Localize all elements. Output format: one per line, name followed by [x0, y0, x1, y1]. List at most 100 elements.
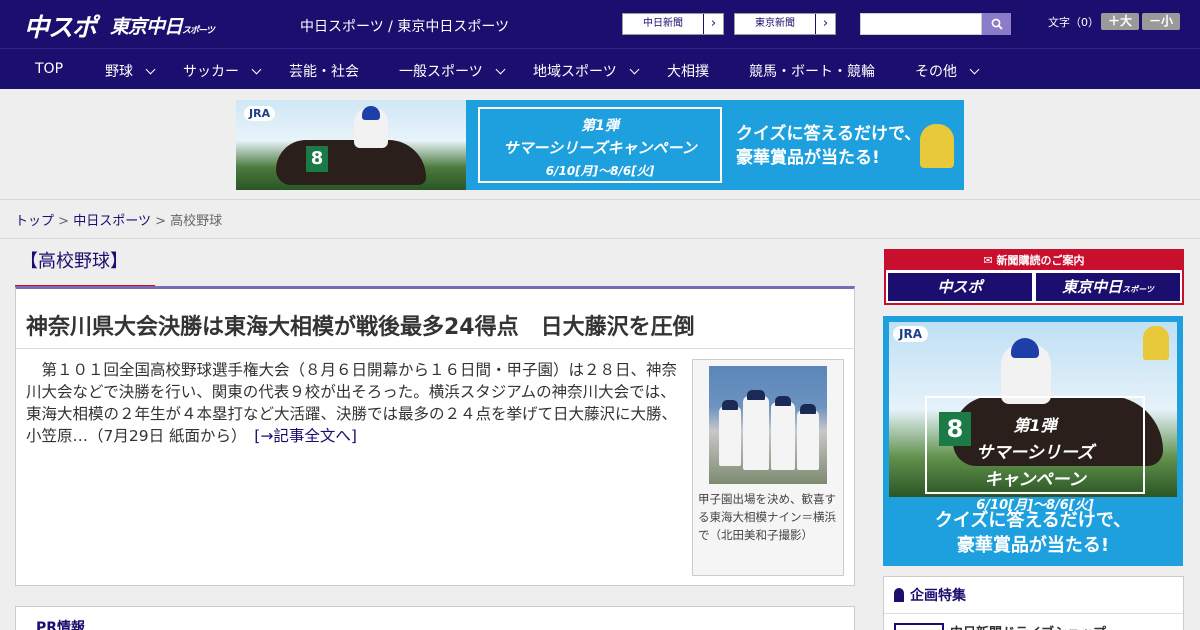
- nav-item-soccer[interactable]: サッカー: [183, 61, 262, 81]
- font-size-label: 文字（0）: [1048, 16, 1099, 29]
- nav-item-general-sports[interactable]: 一般スポーツ: [399, 61, 506, 81]
- subscription-box: ✉ 新聞購読のご案内 中スポ 東京中日スポーツ: [884, 249, 1184, 305]
- nav-label: 野球: [105, 64, 133, 80]
- jra-banner-ad[interactable]: 8 JRA 第1弾 サマーシリーズキャンペーン 6/10[月]～8/6[火] ク…: [236, 100, 964, 190]
- category-title: 【高校野球】: [15, 248, 155, 288]
- font-larger-button[interactable]: ＋大: [1101, 13, 1139, 30]
- player-shape: [797, 410, 819, 470]
- tokyo-chunichi-logo-text: 東京中日: [110, 16, 183, 38]
- chevron-right-icon: ›: [815, 14, 835, 34]
- chunichi-sports-logo[interactable]: 中スポ: [24, 8, 97, 44]
- player-shape: [771, 402, 795, 470]
- breadcrumb-separator: >: [155, 214, 166, 229]
- subscribe-logo-suffix: スポーツ: [1122, 285, 1154, 294]
- feature-title-text: 企画特集: [910, 588, 966, 604]
- paper-link-label: 中日新聞: [643, 18, 683, 29]
- header-bar: 中スポ 東京中日スポーツ 中日スポーツ / 東京中日スポーツ 中日新聞 › 東京…: [0, 0, 1200, 48]
- feature-item-link[interactable]: 中日新聞ドライブショップ: [950, 622, 1106, 630]
- article-headline: 神奈川県大会決勝は東海大相模が戦後最多24得点 日大藤沢を圧倒: [26, 315, 695, 340]
- tokyo-shimbun-link[interactable]: 東京新聞 ›: [734, 13, 836, 35]
- nav-item-top[interactable]: TOP: [35, 61, 63, 77]
- paper-link-label: 東京新聞: [755, 18, 795, 29]
- nav-item-baseball[interactable]: 野球: [105, 61, 156, 81]
- player-cap: [722, 400, 738, 410]
- nav-label: 大相撲: [667, 64, 709, 80]
- quiz-text: クイズに答えるだけで、 豪華賞品が当たる!: [883, 508, 1183, 558]
- jra-logo: JRA: [244, 106, 276, 121]
- nav-item-racing[interactable]: 競馬・ボート・競輪: [749, 61, 875, 81]
- breadcrumb-current: 高校野球: [170, 214, 223, 229]
- chevron-down-icon: [145, 64, 156, 75]
- divider: [0, 238, 1200, 239]
- chevron-down-icon: [969, 64, 980, 75]
- quiz-line1: クイズに答えるだけで、: [934, 510, 1132, 531]
- player-shape: [743, 396, 769, 470]
- quiz-text: クイズに答えるだけで、 豪華賞品が当たる!: [736, 122, 921, 170]
- nav-item-entertainment[interactable]: 芸能・社会: [289, 61, 359, 81]
- subscription-logos: 中スポ 東京中日スポーツ: [888, 273, 1180, 301]
- site-names: 中日スポーツ / 東京中日スポーツ: [300, 19, 510, 35]
- article-summary: 第１０１回全国高校野球選手権大会（８月６日開幕から１６日間・甲子園）は２８日、神…: [26, 359, 686, 447]
- subscribe-tokyo-chunichi-sports[interactable]: 東京中日スポーツ: [1036, 273, 1180, 301]
- quiz-line1: クイズに答えるだけで、: [736, 124, 922, 144]
- chevron-right-icon: ›: [703, 14, 723, 34]
- campaign-box: 第1弾 サマーシリーズキャンペーン 6/10[月]～8/6[火]: [478, 107, 722, 183]
- pr-section: PR情報: [15, 606, 855, 630]
- main-nav: TOP 野球 サッカー 芸能・社会 一般スポーツ 地域スポーツ 大相撲 競馬・ボ…: [0, 48, 1200, 89]
- photo-caption: 甲子園出場を決め、歓喜する東海大相模ナイン＝横浜で（北田美和子撮影）: [698, 492, 836, 542]
- nav-label: 芸能・社会: [289, 64, 359, 80]
- feature-section: 企画特集 中日新聞ドライブショップ: [883, 576, 1184, 630]
- jockey-helmet: [362, 106, 380, 120]
- campaign-dates: 6/10[月]～8/6[火]: [545, 164, 655, 178]
- jra-sidebar-ad[interactable]: JRA 第1弾 サマーシリーズ キャンペーン 6/10[月]～8/6[火] 8 …: [883, 316, 1183, 566]
- trophy-icon: [1143, 326, 1169, 360]
- search-button[interactable]: [982, 13, 1011, 35]
- search-icon: [991, 18, 1003, 30]
- nav-label: TOP: [35, 61, 64, 77]
- quiz-line2: 豪華賞品が当たる!: [736, 148, 880, 168]
- nav-label: サッカー: [183, 64, 239, 80]
- player-cap: [775, 396, 791, 406]
- divider: [884, 613, 1183, 614]
- jockey-helmet: [1011, 338, 1039, 358]
- breadcrumb-link-top[interactable]: トップ: [15, 214, 54, 229]
- campaign-line1: 第1弾: [581, 118, 619, 134]
- subscribe-chunichi-sports[interactable]: 中スポ: [888, 273, 1032, 301]
- chevron-down-icon: [251, 64, 262, 75]
- quiz-line2: 豪華賞品が当たる!: [956, 535, 1110, 556]
- saddle-number: 8: [939, 412, 971, 446]
- ribbon-icon: [894, 588, 904, 602]
- full-article-link[interactable]: [→記事全文へ]: [254, 427, 357, 445]
- campaign-line2: サマーシリーズキャンペーン: [503, 139, 697, 157]
- breadcrumb-link-chunichi-sports[interactable]: 中日スポーツ: [73, 214, 151, 229]
- player-shape: [719, 406, 741, 466]
- player-cap: [747, 390, 765, 400]
- divider: [16, 348, 854, 349]
- nav-label: その他: [915, 64, 957, 80]
- article-card: 神奈川県大会決勝は東海大相模が戦後最多24得点 日大藤沢を圧倒 第１０１回全国高…: [15, 286, 855, 586]
- chevron-down-icon: [495, 64, 506, 75]
- search-input[interactable]: [860, 13, 982, 35]
- nav-item-local-sports[interactable]: 地域スポーツ: [533, 61, 640, 81]
- chevron-down-icon: [629, 64, 640, 75]
- nav-item-other[interactable]: その他: [915, 61, 980, 81]
- article-photo[interactable]: [709, 366, 827, 484]
- trophy-icon: [920, 124, 954, 168]
- breadcrumb-separator: >: [58, 214, 70, 229]
- pr-title: PR情報: [36, 620, 86, 630]
- article-photo-box: 甲子園出場を決め、歓喜する東海大相模ナイン＝横浜で（北田美和子撮影）: [692, 359, 844, 576]
- nav-item-sumo[interactable]: 大相撲: [667, 61, 709, 81]
- nav-label: 地域スポーツ: [533, 64, 617, 80]
- tokyo-chunichi-logo-suffix: スポーツ: [182, 26, 215, 36]
- player-cap: [800, 404, 816, 414]
- breadcrumb: トップ > 中日スポーツ > 高校野球: [15, 210, 222, 229]
- chunichi-shimbun-link[interactable]: 中日新聞 ›: [622, 13, 724, 35]
- campaign-line3: キャンペーン: [984, 470, 1086, 490]
- jra-logo: JRA: [893, 326, 928, 342]
- nav-label: 一般スポーツ: [399, 64, 483, 80]
- subscribe-logo-text: 東京中日: [1062, 278, 1123, 296]
- subscription-title-text: 新聞購読のご案内: [996, 254, 1085, 267]
- feature-thumbnail[interactable]: [894, 623, 944, 630]
- tokyo-chunichi-sports-logo[interactable]: 東京中日スポーツ: [110, 12, 215, 39]
- font-smaller-button[interactable]: －小: [1142, 13, 1180, 30]
